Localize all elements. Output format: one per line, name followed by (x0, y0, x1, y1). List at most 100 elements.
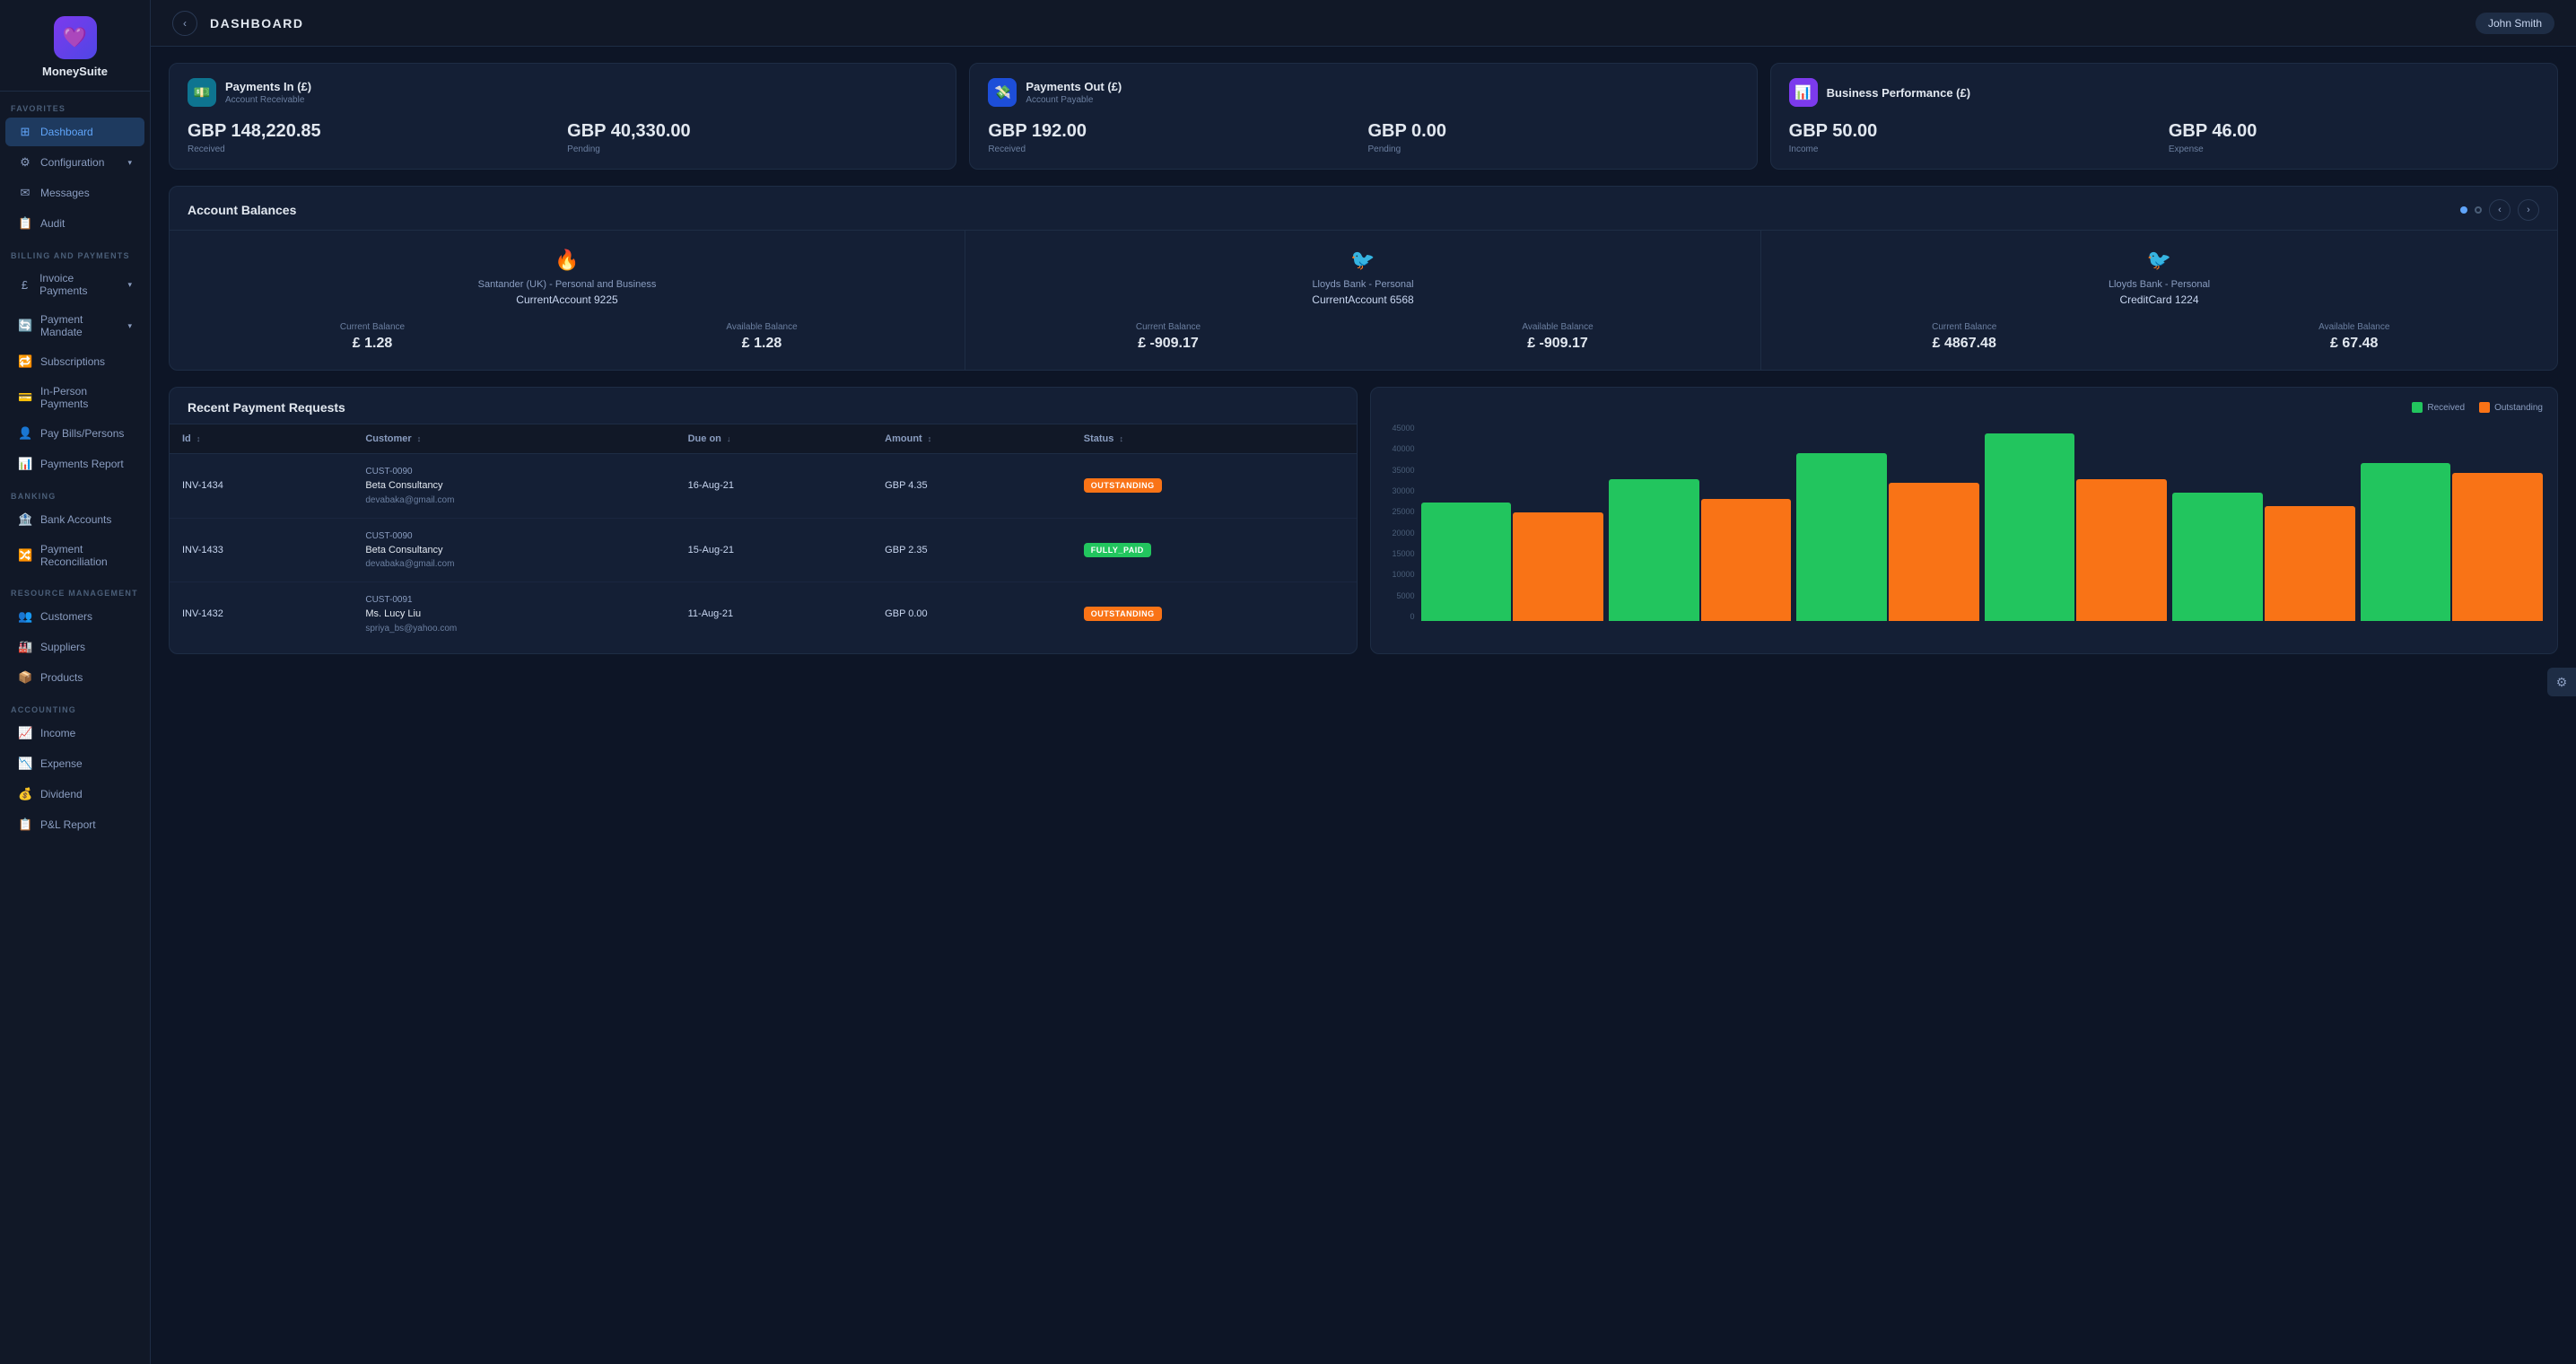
available-balance-amount: £ -909.17 (1376, 336, 1739, 352)
y-axis-label: 25000 (1392, 507, 1414, 516)
col-amount[interactable]: Amount ↕ (872, 424, 1071, 454)
next-button[interactable]: › (2518, 199, 2539, 221)
reconciliation-icon: 🔀 (18, 548, 32, 563)
income-icon: 📈 (18, 726, 32, 740)
cell-amount: GBP 4.35 (872, 454, 1071, 519)
out-pending-label: Pending (1367, 144, 1738, 154)
sidebar-item-invoice-payments[interactable]: £ Invoice Payments ▾ (5, 265, 144, 304)
sidebar-item-pl-report[interactable]: 📋 P&L Report (5, 810, 144, 839)
sidebar-item-label: P&L Report (40, 818, 96, 831)
sidebar-item-products[interactable]: 📦 Products (5, 663, 144, 692)
y-axis-label: 30000 (1392, 486, 1414, 495)
user-menu[interactable]: John Smith (2476, 13, 2554, 34)
sidebar-item-configuration[interactable]: ⚙ Configuration ▾ (5, 148, 144, 177)
metric-cards: 💵 Payments In (£) Account Receivable GBP… (169, 63, 2558, 170)
chart-container: 4500040000350003000025000200001500010000… (1385, 424, 2544, 639)
sidebar-item-label: Messages (40, 187, 90, 199)
cell-amount: GBP 2.35 (872, 518, 1071, 582)
sidebar-item-messages[interactable]: ✉ Messages (5, 179, 144, 207)
messages-icon: ✉ (18, 186, 32, 200)
received-bar (1985, 433, 2075, 621)
bar-group (1796, 453, 1978, 621)
resource-label: RESOURCE MANAGEMENT (0, 576, 150, 601)
balance-card-lloyds2: 🐦 Lloyds Bank - Personal CreditCard 1224… (1761, 231, 2557, 370)
metric-header: 📊 Business Performance (£) (1789, 78, 2539, 107)
sidebar-item-payment-mandate[interactable]: 🔄 Payment Mandate ▾ (5, 306, 144, 345)
received-bar (2361, 463, 2451, 621)
sidebar-item-in-person[interactable]: 💳 In-Person Payments (5, 378, 144, 417)
sidebar-item-subscriptions[interactable]: 🔁 Subscriptions (5, 347, 144, 376)
cell-status: OUTSTANDING (1071, 582, 1357, 646)
sidebar-item-label: Products (40, 671, 83, 684)
sidebar-item-label: Audit (40, 217, 65, 230)
available-balance-label: Available Balance (581, 322, 943, 332)
available-balance-amount: £ 1.28 (581, 336, 943, 352)
business-perf-icon: 📊 (1789, 78, 1818, 107)
col-status[interactable]: Status ↕ (1071, 424, 1357, 454)
sidebar-item-dividend[interactable]: 💰 Dividend (5, 780, 144, 809)
sidebar-item-label: In-Person Payments (40, 385, 132, 410)
balance-card-santander: 🔥 Santander (UK) - Personal and Business… (170, 231, 965, 370)
chevron-down-icon: ▾ (127, 280, 132, 290)
y-axis-label: 45000 (1392, 424, 1414, 433)
sidebar-item-suppliers[interactable]: 🏭 Suppliers (5, 633, 144, 661)
available-balance-item: Available Balance £ 1.28 (581, 322, 943, 352)
dot-active[interactable] (2460, 206, 2467, 214)
available-balance-amount: £ 67.48 (2173, 336, 2537, 352)
bar-group (2172, 493, 2354, 621)
bar-group (1609, 479, 1791, 621)
sidebar-item-bank-accounts[interactable]: 🏦 Bank Accounts (5, 505, 144, 534)
col-customer[interactable]: Customer ↕ (353, 424, 675, 454)
cell-due-on: 15-Aug-21 (676, 518, 873, 582)
y-axis-label: 20000 (1392, 529, 1414, 538)
received-bar (2172, 493, 2263, 621)
sidebar-item-payments-report[interactable]: 📊 Payments Report (5, 450, 144, 478)
status-badge: OUTSTANDING (1084, 478, 1162, 493)
sidebar-item-customers[interactable]: 👥 Customers (5, 602, 144, 631)
sidebar-item-income[interactable]: 📈 Income (5, 719, 144, 748)
table-row[interactable]: INV-1434 CUST-0090 Beta Consultancy deva… (170, 454, 1357, 519)
legend-received: Received (2412, 402, 2465, 413)
account-balances-section: Account Balances ‹ › 🔥 Santander (UK) - … (169, 186, 2558, 371)
sidebar-item-pay-bills[interactable]: 👤 Pay Bills/Persons (5, 419, 144, 448)
dividend-icon: 💰 (18, 787, 32, 801)
sidebar-item-expense[interactable]: 📉 Expense (5, 749, 144, 778)
outstanding-bar (2076, 479, 2167, 621)
chart-legend: Received Outstanding (1385, 402, 2544, 413)
settings-button[interactable]: ⚙ (2547, 668, 2576, 696)
sidebar-item-dashboard[interactable]: ⊞ Dashboard (5, 118, 144, 146)
out-received-amount: GBP 192.00 (988, 121, 1358, 142)
prev-button[interactable]: ‹ (2489, 199, 2511, 221)
recent-payments-title: Recent Payment Requests (188, 400, 1339, 415)
available-balance-label: Available Balance (1376, 322, 1739, 332)
col-id[interactable]: Id ↕ (170, 424, 353, 454)
app-name: MoneySuite (42, 65, 108, 78)
payments-out-icon: 💸 (988, 78, 1017, 107)
col-due-on[interactable]: Due on ↓ (676, 424, 873, 454)
pending-amount: GBP 40,330.00 (567, 121, 938, 142)
sidebar-item-label: Invoice Payments (39, 272, 119, 297)
out-received-label: Received (988, 144, 1358, 154)
santander-logo: 🔥 (554, 249, 579, 272)
balance-row: Current Balance £ -909.17 Available Bala… (987, 322, 1739, 352)
table-row[interactable]: INV-1433 CUST-0090 Beta Consultancy deva… (170, 518, 1357, 582)
back-button[interactable]: ‹ (172, 11, 197, 36)
income-value: GBP 50.00 Income (1789, 121, 2160, 154)
cell-id: INV-1434 (170, 454, 353, 519)
products-icon: 📦 (18, 670, 32, 685)
income-label: Income (1789, 144, 2160, 154)
balance-row: Current Balance £ 1.28 Available Balance… (191, 322, 943, 352)
payments-out-card: 💸 Payments Out (£) Account Payable GBP 1… (969, 63, 1757, 170)
content-area: 💵 Payments In (£) Account Receivable GBP… (151, 47, 2576, 1364)
payments-in-title: Payments In (£) (225, 80, 311, 93)
sidebar-item-audit[interactable]: 📋 Audit (5, 209, 144, 238)
received-bar (1609, 479, 1699, 621)
table-row[interactable]: INV-1432 CUST-0091 Ms. Lucy Liu spriya_b… (170, 582, 1357, 646)
dot-inactive[interactable] (2475, 206, 2482, 214)
billing-label: BILLING AND PAYMENTS (0, 239, 150, 264)
balance-cards: 🔥 Santander (UK) - Personal and Business… (170, 231, 2557, 370)
sidebar-item-payment-reconciliation[interactable]: 🔀 Payment Reconciliation (5, 536, 144, 575)
metric-header: 💵 Payments In (£) Account Receivable (188, 78, 938, 107)
current-balance-amount: £ 4867.48 (1783, 336, 2146, 352)
business-performance-card: 📊 Business Performance (£) GBP 50.00 Inc… (1770, 63, 2558, 170)
